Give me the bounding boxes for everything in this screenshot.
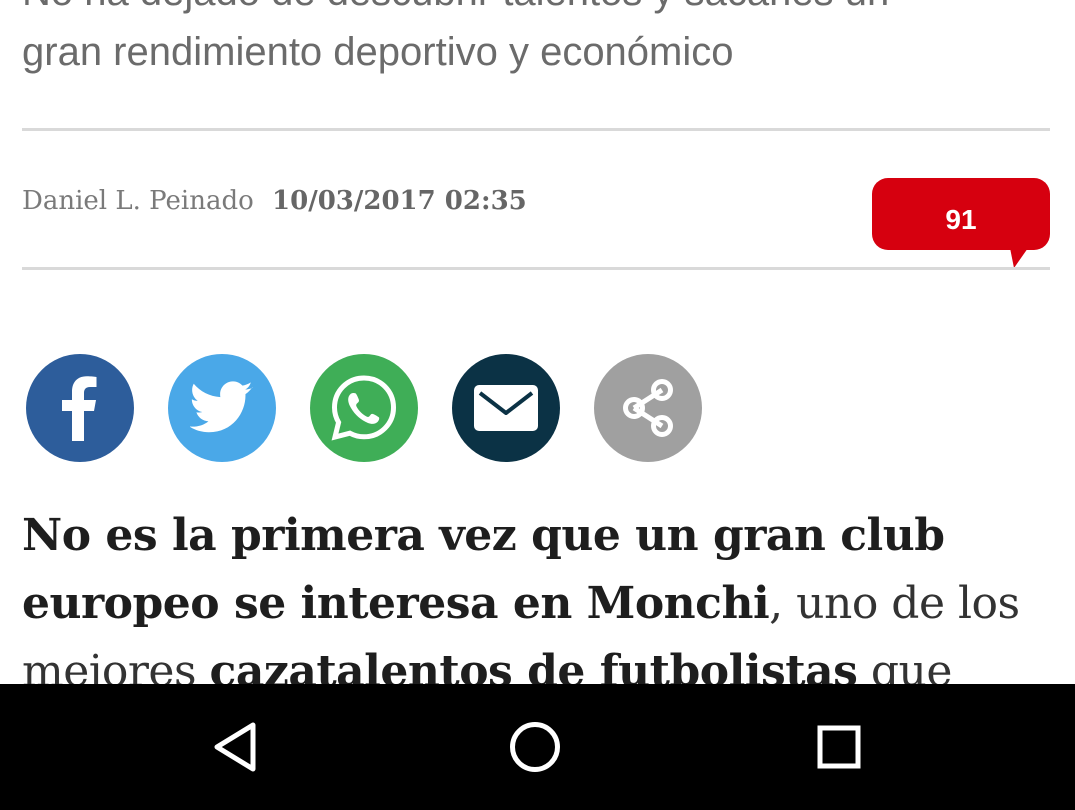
article-lead-paragraph: No es la primera vez que un gran club eu… (22, 502, 1062, 684)
twitter-icon (190, 381, 253, 433)
recents-button[interactable] (804, 714, 874, 780)
twitter-share-button[interactable] (168, 354, 276, 462)
home-circle-icon (510, 722, 560, 772)
android-navigation-bar (0, 684, 1075, 810)
share-icon (623, 379, 673, 437)
comments-count-button[interactable]: 91 (872, 178, 1050, 268)
whatsapp-icon (331, 375, 397, 441)
back-triangle-icon (214, 722, 256, 772)
lead-bold-2: cazatalentos de futbolistas (209, 646, 858, 684)
email-share-button[interactable] (452, 354, 560, 462)
divider-bottom (22, 267, 1050, 270)
subtitle-line-2: gran rendimiento deportivo y económico (22, 30, 734, 74)
facebook-share-button[interactable] (26, 354, 134, 462)
whatsapp-share-button[interactable] (310, 354, 418, 462)
recents-square-icon (817, 725, 861, 769)
byline: Daniel L. Peinado 10/03/2017 02:35 (22, 186, 527, 216)
back-button[interactable] (200, 714, 270, 780)
more-share-button[interactable] (594, 354, 702, 462)
article-subtitle: No ha dejado de descubrir talentos y sac… (22, 0, 1062, 82)
speech-bubble-tail (1010, 248, 1028, 268)
email-icon (474, 385, 538, 431)
publish-date: 10/03/2017 02:35 (272, 186, 527, 216)
author-name[interactable]: Daniel L. Peinado (22, 186, 254, 216)
facebook-icon (62, 376, 97, 441)
subtitle-line-1: No ha dejado de descubrir talentos y sac… (22, 0, 889, 14)
article-content: No ha dejado de descubrir talentos y sac… (0, 0, 1075, 684)
comments-count: 91 (945, 204, 977, 235)
home-button[interactable] (500, 714, 570, 780)
divider-top (22, 128, 1050, 131)
